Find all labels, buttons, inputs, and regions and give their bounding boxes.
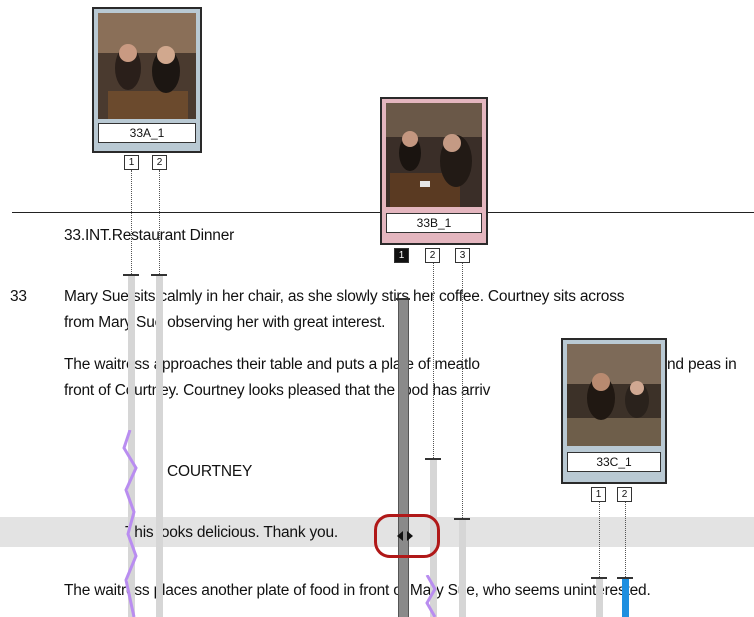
take-start-marker[interactable] [591, 577, 607, 579]
take-connector [159, 170, 160, 274]
scene-heading: 33.INT.Restaurant Dinner [64, 227, 235, 244]
clip-thumbnail-33b-selected[interactable]: 33B_1 [380, 97, 488, 245]
take-coverage-bar[interactable] [596, 578, 603, 617]
take-start-marker[interactable] [617, 577, 633, 579]
take-connector [433, 262, 434, 458]
take-start-marker[interactable] [396, 298, 410, 300]
clip-frame-image [386, 103, 482, 207]
take-connector [599, 501, 600, 577]
clip-label: 33A_1 [98, 123, 196, 143]
drag-handle-icon[interactable] [395, 529, 415, 543]
scene-photo [567, 344, 661, 446]
character-name: COURTNEY [167, 463, 253, 480]
take-start-marker[interactable] [151, 274, 167, 276]
take-box-2[interactable]: 2 [152, 155, 167, 170]
clip-thumbnail-33a[interactable]: 33A_1 [92, 7, 202, 153]
selected-take-bar[interactable] [622, 578, 629, 617]
scene-photo [386, 103, 482, 207]
take-start-marker[interactable] [123, 274, 139, 276]
take-box-2[interactable]: 2 [425, 248, 440, 263]
action-line: Mary Sue sits calmly in her chair, as sh… [64, 288, 625, 305]
take-box-1[interactable]: 1 [124, 155, 139, 170]
take-box-1[interactable]: 1 [591, 487, 606, 502]
active-take-bar[interactable] [398, 300, 409, 617]
clip-label: 33C_1 [567, 452, 661, 472]
take-connector [462, 262, 463, 518]
scene-photo [98, 13, 196, 119]
action-line: The waitress approaches their table and … [64, 356, 480, 373]
clip-label: 33B_1 [386, 213, 482, 233]
coverage-wave [425, 575, 437, 617]
take-coverage-bar[interactable] [459, 520, 466, 617]
take-connector [131, 170, 132, 274]
action-line: nd peas in [667, 356, 737, 373]
take-start-marker[interactable] [425, 458, 441, 460]
take-connector [625, 501, 626, 577]
take-box-3[interactable]: 3 [455, 248, 470, 263]
clip-frame-image [567, 344, 661, 446]
clip-thumbnail-33c[interactable]: 33C_1 [561, 338, 667, 484]
take-start-marker[interactable] [454, 518, 470, 520]
take-box-1-active[interactable]: 1 [394, 248, 409, 263]
clip-frame-image [98, 13, 196, 119]
scene-number: 33 [10, 288, 27, 305]
take-box-2[interactable]: 2 [617, 487, 632, 502]
coverage-wave [122, 430, 138, 617]
action-line: from Mary Sue observing her with great i… [64, 314, 386, 331]
